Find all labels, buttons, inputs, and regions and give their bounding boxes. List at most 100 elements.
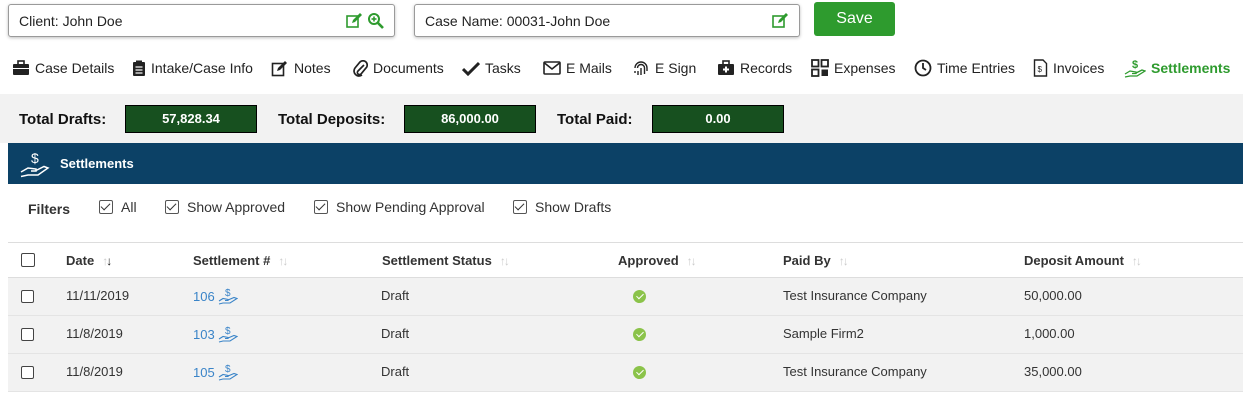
sort-icon[interactable]: ↑↓ — [687, 254, 697, 268]
filter-show-pending-approval[interactable]: Show Pending Approval — [314, 199, 485, 215]
total-drafts-value: 57,828.34 — [125, 105, 257, 133]
client-label: Client: John Doe — [19, 13, 123, 29]
checkbox-checked[interactable] — [165, 200, 179, 214]
dollar-hand-icon: $ — [1124, 59, 1146, 78]
tab-esign[interactable]: E Sign — [632, 58, 696, 78]
dollar-hand-icon: $ — [20, 150, 50, 178]
deposit-amount-cell: 1,000.00 — [1024, 326, 1075, 341]
paperclip-icon — [353, 59, 368, 77]
svg-text:$: $ — [1132, 59, 1138, 71]
date-cell: 11/8/2019 — [66, 326, 123, 341]
filter-all[interactable]: All — [99, 199, 137, 215]
column-header-approved[interactable]: Approved ↑↓ — [618, 253, 697, 268]
column-header-settlement-number[interactable]: Settlement # ↑↓ — [193, 253, 288, 268]
paid-by-cell: Test Insurance Company — [783, 288, 927, 303]
dollar-hand-icon: $ — [218, 326, 238, 343]
row-checkbox[interactable] — [21, 366, 34, 379]
fingerprint-icon — [634, 61, 648, 75]
tab-notes[interactable]: Notes — [271, 58, 331, 78]
total-drafts-label: Total Drafts: — [19, 111, 107, 128]
grid-icon — [811, 59, 829, 77]
column-header-deposit-amount[interactable]: Deposit Amount ↑↓ — [1024, 253, 1142, 268]
edit-icon[interactable] — [771, 12, 789, 30]
svg-text:$: $ — [225, 288, 231, 299]
save-button[interactable]: Save — [814, 2, 895, 36]
checkbox-checked[interactable] — [314, 200, 328, 214]
edit-icon — [271, 60, 287, 76]
checkbox-checked[interactable] — [99, 200, 113, 214]
date-cell: 11/8/2019 — [66, 364, 123, 379]
edit-icon[interactable] — [345, 12, 363, 30]
section-title: Settlements — [60, 156, 134, 171]
tab-expenses[interactable]: Expenses — [811, 58, 895, 78]
column-header-date[interactable]: Date ↑↓ — [66, 253, 112, 268]
total-paid-label: Total Paid: — [557, 111, 633, 128]
tab-intake-case-info[interactable]: Intake/Case Info — [132, 58, 253, 78]
case-name-field[interactable]: Case Name: 00031-John Doe — [414, 4, 800, 37]
top-bar: Client: John Doe Case Name: 00031-John D… — [0, 0, 1243, 40]
svg-text:$: $ — [225, 326, 231, 337]
tab-tasks[interactable]: Tasks — [462, 58, 521, 78]
tab-emails[interactable]: E Mails — [543, 58, 612, 78]
checkbox-checked[interactable] — [513, 200, 527, 214]
total-deposits-value: 86,000.00 — [404, 105, 536, 133]
total-paid-value: 0.00 — [652, 105, 784, 133]
sort-icon[interactable]: ↑↓ — [102, 254, 112, 268]
search-icon[interactable] — [367, 12, 385, 30]
deposit-amount-cell: 50,000.00 — [1024, 288, 1082, 303]
settlements-section-header: $ Settlements — [8, 143, 1243, 184]
dollar-hand-icon: $ — [218, 364, 238, 381]
tab-invoices[interactable]: $ Invoices — [1033, 58, 1104, 78]
sort-icon[interactable]: ↑↓ — [1132, 254, 1142, 268]
tab-settlements[interactable]: $ Settlements — [1124, 58, 1230, 78]
filters-label: Filters — [28, 201, 71, 217]
settlement-link[interactable]: 105 $ — [193, 363, 238, 381]
select-all-checkbox[interactable] — [21, 253, 35, 267]
row-checkbox[interactable] — [21, 290, 34, 303]
tab-records[interactable]: Records — [717, 58, 792, 78]
dollar-hand-icon: $ — [218, 288, 238, 305]
status-cell: Draft — [381, 364, 410, 379]
clock-icon — [914, 59, 932, 77]
sort-icon[interactable]: ↑↓ — [278, 254, 288, 268]
totals-bar: Total Drafts: 57,828.34 Total Deposits: … — [0, 94, 1243, 143]
checkmark-icon — [462, 61, 480, 76]
row-checkbox[interactable] — [21, 328, 34, 341]
approved-check-icon — [633, 328, 646, 341]
svg-text:$: $ — [225, 364, 231, 375]
svg-text:$: $ — [1038, 65, 1043, 74]
column-header-paid-by[interactable]: Paid By ↑↓ — [783, 253, 849, 268]
invoice-icon: $ — [1033, 59, 1048, 77]
status-cell: Draft — [381, 326, 410, 341]
filters-bar: Filters All Show Approved Show Pending A… — [8, 184, 1243, 242]
clipboard-icon — [133, 60, 145, 76]
medical-kit-icon — [718, 60, 734, 75]
case-name-label: Case Name: 00031-John Doe — [425, 13, 611, 29]
sort-icon[interactable]: ↑↓ — [839, 254, 849, 268]
filter-show-drafts[interactable]: Show Drafts — [513, 199, 611, 215]
tab-time-entries[interactable]: Time Entries — [914, 58, 1015, 78]
status-cell: Draft — [381, 288, 410, 303]
settlement-link[interactable]: 103 $ — [193, 325, 238, 343]
column-header-settlement-status[interactable]: Settlement Status ↑↓ — [382, 253, 510, 268]
deposit-amount-cell: 35,000.00 — [1024, 364, 1082, 379]
table-row[interactable]: 11/8/2019 103 $ Draft Sample Firm2 1,000… — [8, 316, 1243, 354]
tab-case-details[interactable]: Case Details — [12, 58, 114, 78]
settlement-link[interactable]: 106 $ — [193, 287, 238, 305]
date-cell: 11/11/2019 — [66, 288, 130, 303]
tab-documents[interactable]: Documents — [353, 58, 444, 78]
paid-by-cell: Test Insurance Company — [783, 364, 927, 379]
total-deposits-label: Total Deposits: — [278, 111, 386, 128]
paid-by-cell: Sample Firm2 — [783, 326, 864, 341]
sort-icon[interactable]: ↑↓ — [500, 254, 510, 268]
filter-show-approved[interactable]: Show Approved — [165, 199, 285, 215]
briefcase-icon — [13, 60, 29, 75]
case-tabs: Case Details Intake/Case Info Notes Docu… — [0, 44, 1243, 94]
envelope-icon — [543, 61, 561, 75]
table-row[interactable]: 11/11/2019 106 $ Draft Test Insurance Co… — [8, 278, 1243, 316]
settlements-table: Date ↑↓ Settlement # ↑↓ Settlement Statu… — [8, 242, 1243, 392]
table-row[interactable]: 11/8/2019 105 $ Draft Test Insurance Com… — [8, 354, 1243, 392]
svg-text:$: $ — [31, 150, 39, 166]
approved-check-icon — [633, 366, 646, 379]
client-field[interactable]: Client: John Doe — [8, 4, 395, 37]
